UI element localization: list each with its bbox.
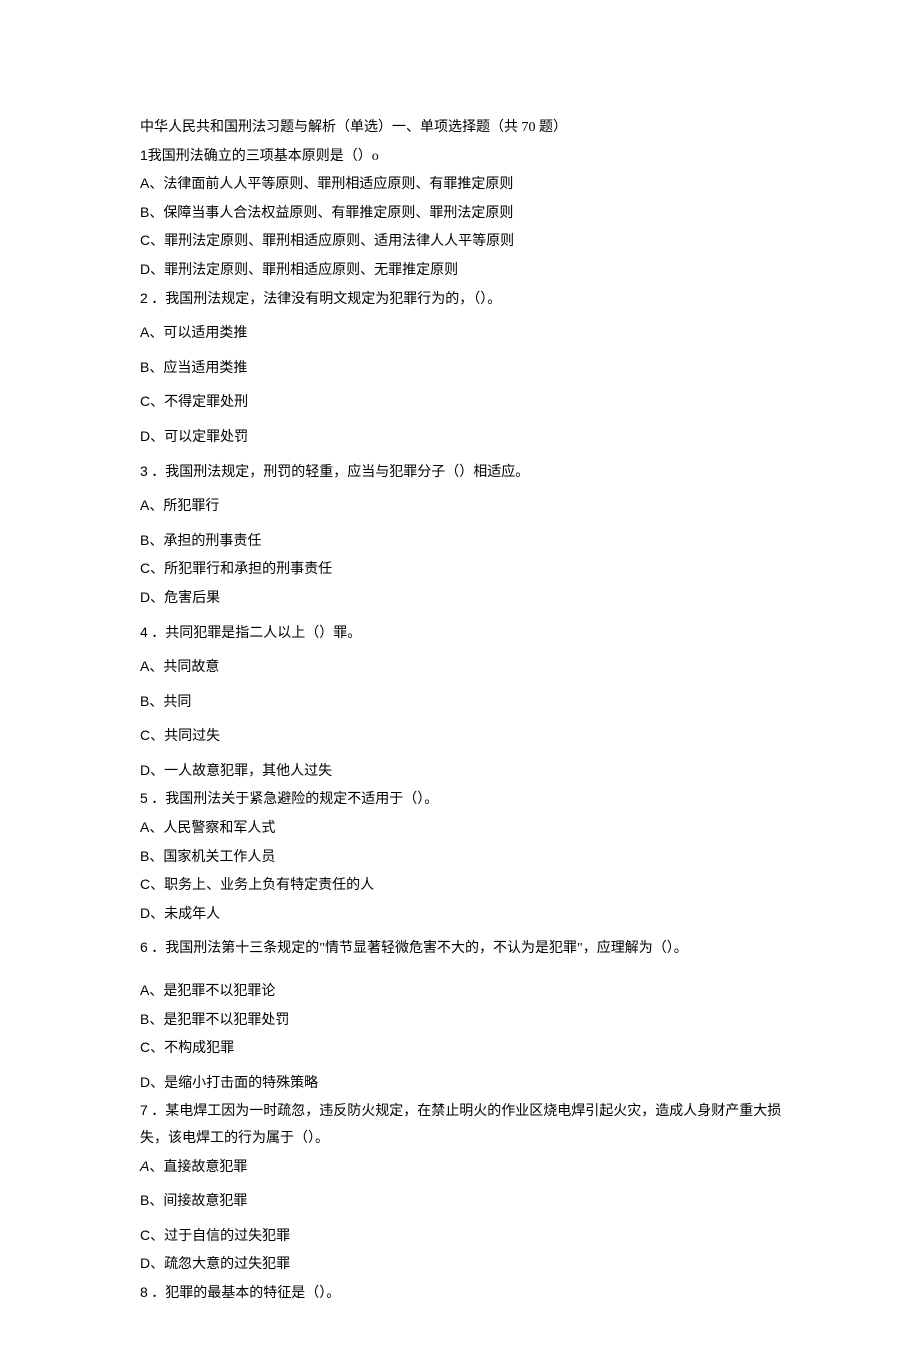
option-5-c: C、职务上、业务上负有特定责任的人 xyxy=(140,871,790,900)
option-7-c: C、过于自信的过失犯罪 xyxy=(140,1222,790,1251)
option-5-a: A、人民警察和军人式 xyxy=(140,814,790,843)
option-2-a: A、可以适用类推 xyxy=(140,319,790,348)
question-4: 4 ．共同犯罪是指二人以上（）罪。 xyxy=(140,619,790,648)
option-4-d: D、一人故意犯罪，其他人过失 xyxy=(140,757,790,786)
option-3-b: B、承担的刑事责任 xyxy=(140,527,790,556)
option-4-b: B、共同 xyxy=(140,688,790,717)
option-6-b: B、是犯罪不以犯罪处罚 xyxy=(140,1006,790,1035)
option-1-a: A、法律面前人人平等原则、罪刑相适应原则、有罪推定原则 xyxy=(140,170,790,199)
option-1-c: C、罪刑法定原则、罪刑相适应原则、适用法律人人平等原则 xyxy=(140,227,790,256)
option-4-a: A、共同故意 xyxy=(140,653,790,682)
question-6: 6 ．我国刑法第十三条规定的"情节显著轻微危害不大的，不认为是犯罪"，应理解为（… xyxy=(140,934,790,963)
option-5-d: D、未成年人 xyxy=(140,900,790,929)
question-5: 5 ．我国刑法关于紧急避险的规定不适用于（）。 xyxy=(140,785,790,814)
option-6-c: C、不构成犯罪 xyxy=(140,1034,790,1063)
option-6-d: D、是缩小打击面的特殊策略 xyxy=(140,1069,790,1098)
option-4-c: C、共同过失 xyxy=(140,722,790,751)
option-2-c: C、不得定罪处刑 xyxy=(140,388,790,417)
option-6-a: A、是犯罪不以犯罪论 xyxy=(140,977,790,1006)
option-7-d: D、疏忽大意的过失犯罪 xyxy=(140,1250,790,1279)
option-2-b: B、应当适用类推 xyxy=(140,354,790,383)
option-7-a: A、直接故意犯罪 xyxy=(140,1153,790,1182)
option-5-b: B、国家机关工作人员 xyxy=(140,843,790,872)
option-3-d: D、危害后果 xyxy=(140,584,790,613)
option-3-a: A、所犯罪行 xyxy=(140,492,790,521)
question-2: 2 ．我国刑法规定，法律没有明文规定为犯罪行为的，（）。 xyxy=(140,285,790,314)
option-1-b: B、保障当事人合法权益原则、有罪推定原则、罪刑法定原则 xyxy=(140,199,790,228)
option-2-d: D、可以定罪处罚 xyxy=(140,423,790,452)
question-7: 7 ．某电焊工因为一时疏忽，违反防火规定，在禁止明火的作业区烧电焊引起火灾，造成… xyxy=(140,1097,790,1152)
option-1-d: D、罪刑法定原则、罪刑相适应原则、无罪推定原则 xyxy=(140,256,790,285)
question-1: 1我国刑法确立的三项基本原则是（）o xyxy=(140,142,790,171)
option-3-c: C、所犯罪行和承担的刑事责任 xyxy=(140,555,790,584)
question-8: 8 ．犯罪的最基本的特征是（）。 xyxy=(140,1279,790,1308)
option-7-b: B、间接故意犯罪 xyxy=(140,1187,790,1216)
document-header: 中华人民共和国刑法习题与解析（单选）一、单项选择题（共 70 题） xyxy=(140,115,790,142)
question-3: 3 ．我国刑法规定，刑罚的轻重，应当与犯罪分子（）相适应。 xyxy=(140,458,790,487)
